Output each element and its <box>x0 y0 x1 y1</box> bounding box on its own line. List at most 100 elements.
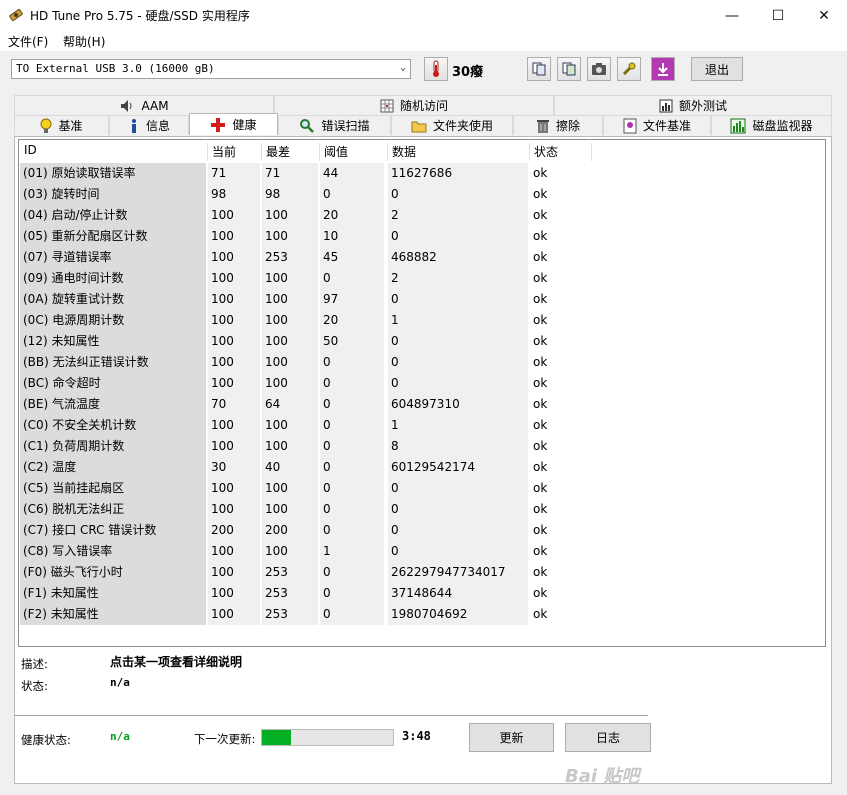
temperature-button[interactable] <box>424 57 448 81</box>
table-row[interactable]: (C8) 写入错误率 100 100 1 0 ok <box>20 541 590 562</box>
drive-select[interactable]: TO External USB 3.0 (16000 gB) ⌄ <box>11 59 411 79</box>
screenshot-button[interactable] <box>587 57 611 81</box>
cell-threshold: 45 <box>320 247 384 268</box>
cell-id: (F0) 磁头飞行小时 <box>20 562 206 583</box>
cell-data: 0 <box>388 352 528 373</box>
table-row[interactable]: (F2) 未知属性 100 253 0 1980704692 ok <box>20 604 590 625</box>
cell-worst: 253 <box>262 247 318 268</box>
options-button[interactable] <box>617 57 641 81</box>
cell-status: ok <box>533 502 548 516</box>
cell-threshold: 0 <box>320 499 384 520</box>
speaker-icon <box>121 99 132 112</box>
tab-error-scan-label: 错误扫描 <box>321 119 370 133</box>
tab-erase-label: 擦除 <box>555 119 580 133</box>
table-row[interactable]: (BB) 无法纠正错误计数 100 100 0 0 ok <box>20 352 590 373</box>
cell-status: ok <box>533 481 548 495</box>
table-row[interactable]: (0C) 电源周期计数 100 100 20 1 ok <box>20 310 590 331</box>
cell-id: (05) 重新分配扇区计数 <box>20 226 206 247</box>
cell-data: 8 <box>388 436 528 457</box>
cell-worst: 100 <box>262 205 318 226</box>
copy-button[interactable] <box>527 57 551 81</box>
health-status-value: n/a <box>110 730 130 743</box>
table-row[interactable]: (04) 启动/停止计数 100 100 20 2 ok <box>20 205 590 226</box>
table-row[interactable]: (C7) 接口 CRC 错误计数 200 200 0 0 ok <box>20 520 590 541</box>
tab-file-benchmark-label: 文件基准 <box>642 119 691 133</box>
cell-worst: 100 <box>262 499 318 520</box>
cell-data: 0 <box>388 331 528 352</box>
table-row[interactable]: (01) 原始读取错误率 71 71 44 11627686 ok <box>20 163 590 184</box>
save-button[interactable] <box>651 57 675 81</box>
cell-status: ok <box>533 565 548 579</box>
cell-threshold: 44 <box>320 163 384 184</box>
cell-data: 0 <box>388 226 528 247</box>
countdown-time: 3:48 <box>402 729 431 743</box>
table-row[interactable]: (05) 重新分配扇区计数 100 100 10 0 ok <box>20 226 590 247</box>
column-header-worst[interactable]: 最差 <box>262 143 320 161</box>
monitor-chart-icon <box>730 118 746 133</box>
cell-id: (C7) 接口 CRC 错误计数 <box>20 520 206 541</box>
cell-status: ok <box>533 397 548 411</box>
folder-icon <box>411 121 427 132</box>
log-button[interactable]: 日志 <box>565 723 651 752</box>
table-row[interactable]: (C5) 当前挂起扇区 100 100 0 0 ok <box>20 478 590 499</box>
cell-id: (C2) 温度 <box>20 457 206 478</box>
menu-file[interactable]: 文件(F) <box>8 33 48 50</box>
tab-error-scan[interactable]: 错误扫描 <box>278 115 391 135</box>
menu-help[interactable]: 帮助(H) <box>63 33 105 50</box>
tab-health[interactable]: 健康 <box>189 113 278 135</box>
cell-worst: 253 <box>262 583 318 604</box>
table-row[interactable]: (F1) 未知属性 100 253 0 37148644 ok <box>20 583 590 604</box>
column-header-status[interactable]: 状态 <box>530 143 592 161</box>
table-row[interactable]: (BE) 气流温度 70 64 0 604897310 ok <box>20 394 590 415</box>
tab-folder-usage[interactable]: 文件夹使用 <box>391 115 513 135</box>
tab-disk-monitor[interactable]: 磁盘监视器 <box>711 115 832 135</box>
cell-worst: 100 <box>262 352 318 373</box>
cell-status: ok <box>533 208 548 222</box>
table-row[interactable]: (0A) 旋转重试计数 100 100 97 0 ok <box>20 289 590 310</box>
red-cross-icon <box>211 117 226 132</box>
tab-extra-tests[interactable]: 额外测试 <box>554 95 832 115</box>
cell-data: 0 <box>388 499 528 520</box>
tab-erase[interactable]: 擦除 <box>513 115 603 135</box>
column-header-threshold[interactable]: 阈值 <box>320 143 388 161</box>
cell-worst: 40 <box>262 457 318 478</box>
minimize-button[interactable]: — <box>709 0 755 31</box>
cell-status: ok <box>533 313 548 327</box>
table-row[interactable]: (BC) 命令超时 100 100 0 0 ok <box>20 373 590 394</box>
tab-folder-usage-label: 文件夹使用 <box>432 119 493 133</box>
cell-data: 0 <box>388 541 528 562</box>
table-row[interactable]: (C1) 负荷周期计数 100 100 0 8 ok <box>20 436 590 457</box>
chevron-down-icon[interactable]: ⌄ <box>400 62 406 73</box>
tab-benchmark[interactable]: 基准 <box>14 115 109 135</box>
table-row[interactable]: (12) 未知属性 100 100 50 0 ok <box>20 331 590 352</box>
tab-aam[interactable]: AAM <box>14 95 274 115</box>
table-row[interactable]: (03) 旋转时间 98 98 0 0 ok <box>20 184 590 205</box>
cell-threshold: 50 <box>320 331 384 352</box>
table-row[interactable]: (F0) 磁头飞行小时 100 253 0 262297947734017 ok <box>20 562 590 583</box>
column-header-current[interactable]: 当前 <box>208 143 262 161</box>
column-header-data[interactable]: 数据 <box>388 143 530 161</box>
tab-file-benchmark[interactable]: 文件基准 <box>603 115 711 135</box>
copy-all-button[interactable] <box>557 57 581 81</box>
tab-random-access[interactable]: 随机访问 <box>274 95 554 115</box>
exit-button[interactable]: 退出 <box>691 57 743 81</box>
cell-threshold: 0 <box>320 520 384 541</box>
cell-id: (BE) 气流温度 <box>20 394 206 415</box>
update-button[interactable]: 更新 <box>469 723 554 752</box>
cell-id: (C1) 负荷周期计数 <box>20 436 206 457</box>
column-header-id[interactable]: ID <box>20 143 208 161</box>
thermometer-icon <box>433 60 439 77</box>
cell-worst: 253 <box>262 604 318 625</box>
table-row[interactable]: (C2) 温度 30 40 0 60129542174 ok <box>20 457 590 478</box>
app-logo-icon <box>9 8 23 22</box>
table-row[interactable]: (C0) 不安全关机计数 100 100 0 1 ok <box>20 415 590 436</box>
tab-info[interactable]: 信息 <box>109 115 189 135</box>
tab-random-access-label: 随机访问 <box>399 99 448 113</box>
maximize-button[interactable]: ☐ <box>755 0 801 31</box>
cell-id: (12) 未知属性 <box>20 331 206 352</box>
close-button[interactable]: ✕ <box>801 0 847 31</box>
table-row[interactable]: (C6) 脱机无法纠正 100 100 0 0 ok <box>20 499 590 520</box>
cell-id: (F1) 未知属性 <box>20 583 206 604</box>
table-row[interactable]: (09) 通电时间计数 100 100 0 2 ok <box>20 268 590 289</box>
table-row[interactable]: (07) 寻道错误率 100 253 45 468882 ok <box>20 247 590 268</box>
